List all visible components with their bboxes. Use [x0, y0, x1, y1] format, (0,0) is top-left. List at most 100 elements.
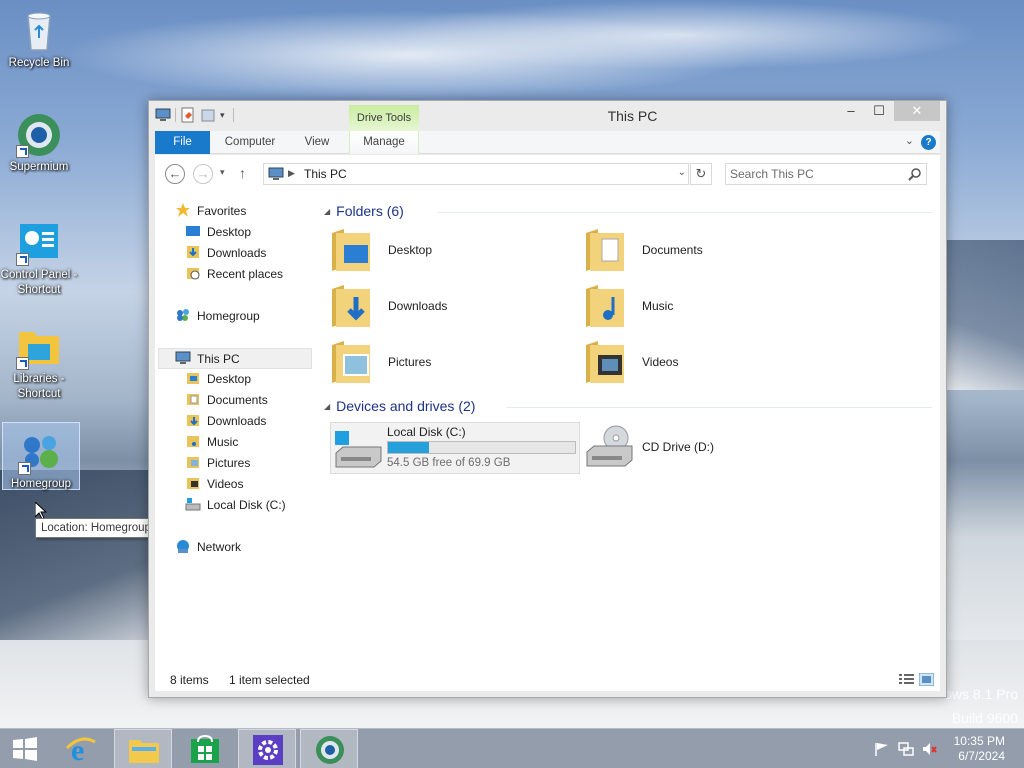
desktop-icon-recycle-bin[interactable]: Recycle Bin: [0, 8, 78, 71]
desktop-icon-control-panel[interactable]: Control Panel - Shortcut: [0, 220, 78, 298]
breadcrumb[interactable]: This PC: [304, 167, 347, 181]
nav-item-this-pc[interactable]: This PC: [158, 348, 312, 369]
recent-locations-icon[interactable]: ▾: [220, 167, 225, 178]
status-item-count: 8 items: [170, 673, 209, 687]
taskbar-internet-explorer[interactable]: e: [52, 729, 110, 768]
folder-icon: [187, 478, 199, 489]
folder-tile-documents[interactable]: Documents: [584, 225, 784, 277]
title-bar[interactable]: ▾ Drive Tools This PC – ☐ ✕: [149, 101, 946, 131]
help-icon[interactable]: ?: [921, 135, 936, 150]
folder-label: Music: [642, 299, 674, 313]
folder-tile-music[interactable]: Music: [584, 281, 784, 333]
desktop-icon-supermium[interactable]: Supermium: [0, 112, 78, 175]
explorer-window: ▾ Drive Tools This PC – ☐ ✕ File Compute…: [148, 100, 947, 698]
volume-muted-icon[interactable]: [922, 742, 938, 756]
folder-tile-pictures[interactable]: Pictures: [330, 337, 530, 389]
nav-label: Desktop: [207, 372, 252, 386]
back-button[interactable]: ←: [165, 164, 185, 184]
supermium-icon: [316, 736, 344, 764]
tooltip: Location: Homegroup: [35, 518, 157, 538]
group-header-label: Folders (6): [336, 203, 404, 219]
nav-item-pc-pictures[interactable]: Pictures: [185, 453, 250, 474]
folder-icon: [187, 394, 199, 405]
nav-item-pc-documents[interactable]: Documents: [185, 390, 268, 411]
search-box[interactable]: [725, 163, 927, 185]
desktop-icon-label: Recycle Bin: [8, 57, 70, 69]
minimize-button[interactable]: –: [836, 101, 866, 121]
group-header-label: Devices and drives (2): [336, 398, 476, 414]
address-bar-row: ← → ▾ ↑ ▶ This PC ⌄ ↻: [155, 155, 940, 193]
folder-icon: [187, 415, 199, 426]
folder-tile-videos[interactable]: Videos: [584, 337, 784, 389]
maximize-button[interactable]: ☐: [864, 101, 894, 121]
downloads-icon: [187, 246, 199, 258]
taskbar-file-explorer[interactable]: [114, 729, 172, 768]
desktop-icon-label: Supermium: [9, 161, 69, 173]
nav-label: Music: [207, 435, 239, 449]
window-title: This PC: [607, 108, 658, 124]
nav-item-network[interactable]: Network: [175, 537, 241, 558]
nav-item-pc-downloads[interactable]: Downloads: [185, 411, 266, 432]
ribbon-expand-icon[interactable]: ⌄: [905, 134, 914, 147]
nav-item-pc-music[interactable]: Music: [185, 432, 238, 453]
desktop-icon-libraries[interactable]: Libraries - Shortcut: [0, 324, 78, 402]
os-watermark-build: Build 9600: [951, 710, 1018, 726]
wallpaper-cloud: [380, 0, 980, 70]
breadcrumb-chevron-icon[interactable]: ▶: [288, 168, 295, 179]
nav-item-favorites[interactable]: Favorites: [175, 201, 246, 222]
address-field[interactable]: ▶ This PC ⌄: [263, 163, 689, 185]
network-icon: [177, 540, 189, 553]
folder-icon: [187, 457, 199, 468]
status-selection: 1 item selected: [229, 673, 310, 687]
taskbar-settings[interactable]: [238, 729, 296, 768]
taskbar-supermium[interactable]: [300, 729, 358, 768]
search-input[interactable]: [730, 166, 900, 182]
action-center-flag-icon[interactable]: [874, 742, 890, 756]
nav-label: Desktop: [207, 225, 252, 239]
nav-item-downloads[interactable]: Downloads: [185, 243, 266, 264]
details-view-icon[interactable]: [899, 673, 914, 686]
group-header-folders[interactable]: ◢ Folders (6): [324, 203, 404, 219]
recent-places-icon: [187, 268, 200, 280]
refresh-button[interactable]: ↻: [690, 163, 712, 185]
tab-manage[interactable]: Manage: [349, 131, 419, 154]
nav-item-recent-places[interactable]: Recent places: [185, 264, 283, 285]
os-watermark-edition: ows 8.1 Pro: [944, 686, 1018, 702]
nav-label: Homegroup: [197, 309, 260, 323]
content-area: Favorites Desktop Downloads Recent place…: [155, 193, 940, 669]
tab-computer[interactable]: Computer: [215, 131, 285, 154]
folder-tile-downloads[interactable]: Downloads: [330, 281, 530, 333]
libraries-icon: [16, 324, 62, 370]
desktop-folder-icon: [332, 229, 370, 271]
clock[interactable]: 10:35 PM 6/7/2024: [954, 734, 1005, 764]
internet-explorer-icon: e: [65, 734, 96, 764]
nav-item-local-disk[interactable]: Local Disk (C:): [185, 495, 286, 516]
supermium-icon: [16, 112, 62, 158]
tab-file[interactable]: File: [155, 131, 210, 154]
nav-item-homegroup[interactable]: Homegroup: [175, 306, 260, 327]
drive-tile-local-disk[interactable]: Local Disk (C:) 54.5 GB free of 69.9 GB: [330, 422, 580, 474]
taskbar: e 10:35 PM 6/7/2024: [0, 728, 1024, 768]
desktop-icon-homegroup[interactable]: Homegroup: [2, 422, 80, 490]
nav-item-desktop[interactable]: Desktop: [185, 222, 251, 243]
pictures-folder-icon: [332, 341, 370, 383]
up-button[interactable]: ↑: [239, 165, 246, 181]
nav-item-pc-videos[interactable]: Videos: [185, 474, 243, 495]
taskbar-store[interactable]: [176, 729, 234, 768]
folder-tile-desktop[interactable]: Desktop: [330, 225, 530, 277]
nav-label: Documents: [207, 393, 268, 407]
ribbon-tabs: File Computer View Manage ⌄ ?: [155, 131, 940, 154]
close-button[interactable]: ✕: [894, 101, 940, 121]
recycle-bin-icon: [16, 8, 62, 54]
tab-view[interactable]: View: [293, 131, 341, 154]
nav-label: Pictures: [207, 456, 251, 470]
forward-button[interactable]: →: [193, 164, 213, 184]
group-header-devices[interactable]: ◢ Devices and drives (2): [324, 398, 475, 414]
documents-folder-icon: [586, 229, 624, 271]
nav-item-pc-desktop[interactable]: Desktop: [185, 369, 251, 390]
drive-tile-cd-drive[interactable]: CD Drive (D:): [584, 422, 784, 474]
large-icons-view-icon[interactable]: [919, 673, 934, 686]
address-dropdown-icon[interactable]: ⌄: [678, 167, 686, 178]
network-tray-icon[interactable]: [898, 742, 914, 756]
start-button[interactable]: [0, 729, 58, 768]
